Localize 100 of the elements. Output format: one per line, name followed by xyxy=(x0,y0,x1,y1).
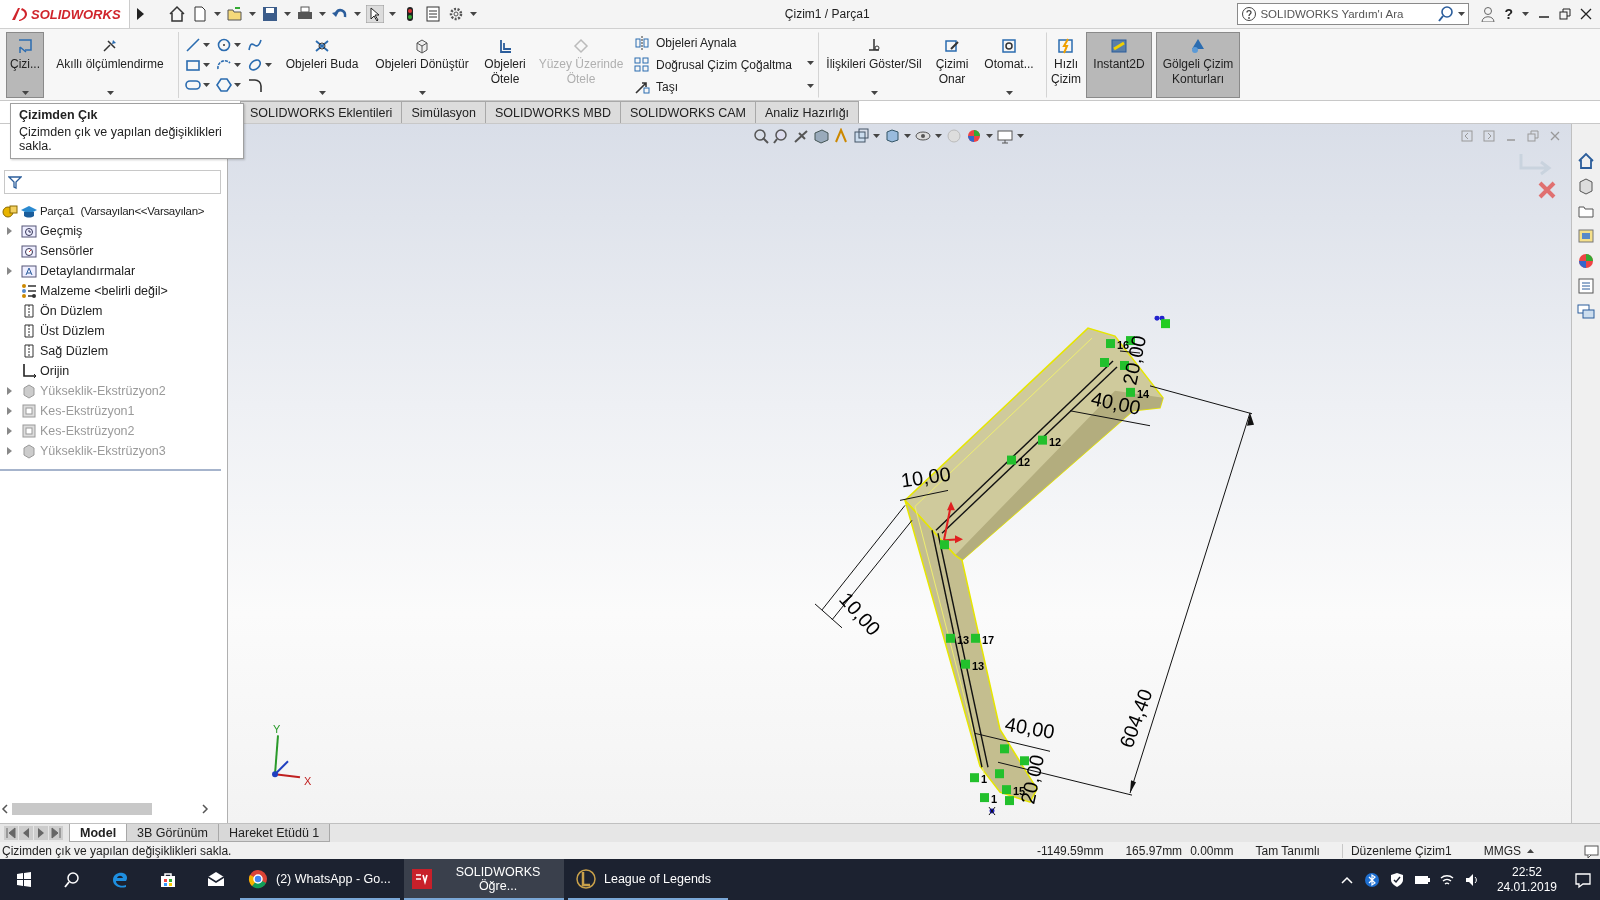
caret-icon[interactable] xyxy=(1458,12,1466,16)
caret-icon[interactable] xyxy=(318,91,326,95)
dimension-value[interactable]: 40,00 xyxy=(1003,712,1057,743)
zoom-fit-icon[interactable] xyxy=(753,128,769,144)
tree-item[interactable]: Ön Düzlem xyxy=(0,301,227,321)
previous-view-icon[interactable] xyxy=(793,128,809,144)
restore-icon[interactable] xyxy=(1559,8,1571,20)
save-icon[interactable] xyxy=(261,5,279,23)
ribbon-button[interactable]: Akıllı ölçümlendirme xyxy=(48,32,172,98)
ribbon-item[interactable]: Taşı xyxy=(634,79,810,95)
tile-left-icon[interactable] xyxy=(1461,130,1473,142)
ribbon-button[interactable]: Otomat... xyxy=(978,32,1040,98)
caret-icon[interactable] xyxy=(203,43,210,47)
next-icon[interactable] xyxy=(34,826,48,840)
caret-icon[interactable] xyxy=(234,63,241,67)
new-document-icon[interactable] xyxy=(191,5,209,23)
ribbon-button[interactable]: Objeleri Dönüştür xyxy=(368,32,476,98)
caret-icon[interactable] xyxy=(234,43,241,47)
ribbon-tab[interactable]: SOLIDWORKS CAM xyxy=(620,101,757,123)
previous-icon[interactable] xyxy=(19,826,33,840)
dimension-value[interactable]: 10,00 xyxy=(899,462,953,492)
ribbon-button[interactable]: Çizi... xyxy=(6,32,44,98)
caret-icon[interactable] xyxy=(1005,91,1013,95)
part-library-icon[interactable] xyxy=(1577,177,1595,195)
scroll-left-icon[interactable] xyxy=(0,802,10,816)
model-tab[interactable]: Model xyxy=(69,824,128,842)
taskbar-app[interactable]: SOLIDWORKS Öğre... xyxy=(404,859,564,900)
ribbon-button[interactable]: Objeleri Buda xyxy=(280,32,364,98)
store-icon[interactable] xyxy=(159,870,177,889)
tree-item[interactable]: Malzeme <belirli değil> xyxy=(0,281,227,301)
caret-icon[interactable] xyxy=(470,12,477,16)
model-tab[interactable]: 3B Görünüm xyxy=(126,824,219,842)
browser-icon[interactable] xyxy=(111,870,129,889)
caret-icon[interactable] xyxy=(234,83,241,87)
view-orientation-icon[interactable] xyxy=(853,128,869,144)
ribbon-button[interactable]: Hızlı Çizim xyxy=(1046,32,1082,98)
caret-icon[interactable] xyxy=(418,91,426,95)
zoom-area-icon[interactable] xyxy=(773,128,789,144)
dimension-value[interactable]: 604,40 xyxy=(1115,686,1157,751)
caret-icon[interactable] xyxy=(284,12,291,16)
tree-item[interactable]: Sağ Düzlem xyxy=(0,341,227,361)
start-icon[interactable] xyxy=(15,870,33,889)
mail-icon[interactable] xyxy=(207,870,225,889)
search-icon[interactable] xyxy=(1437,5,1456,23)
view-palette-icon[interactable] xyxy=(1577,227,1595,245)
clock-date[interactable]: 24.01.2019 xyxy=(1496,879,1557,895)
tree-item[interactable]: Sensörler xyxy=(0,241,227,261)
caret-icon[interactable] xyxy=(873,134,880,138)
select-pointer-icon[interactable] xyxy=(366,5,384,23)
search-icon[interactable] xyxy=(63,870,81,889)
last-icon[interactable] xyxy=(49,826,63,840)
shield-icon[interactable] xyxy=(1388,871,1405,888)
ribbon-button[interactable]: Instant2D xyxy=(1086,32,1152,98)
notification-icon[interactable] xyxy=(1574,870,1592,889)
custom-properties-icon[interactable] xyxy=(1577,277,1595,295)
caret-icon[interactable] xyxy=(389,12,396,16)
file-properties-icon[interactable] xyxy=(424,5,442,23)
appearances-icon[interactable] xyxy=(1577,252,1595,270)
display-settings-icon[interactable] xyxy=(997,128,1013,144)
scene-icon[interactable] xyxy=(966,128,982,144)
ribbon-tab[interactable]: SOLIDWORKS Eklentileri xyxy=(240,101,403,123)
caret-icon[interactable] xyxy=(1017,134,1024,138)
tree-item[interactable]: Geçmiş xyxy=(0,221,227,241)
user-icon[interactable] xyxy=(1481,6,1496,22)
caret-icon[interactable] xyxy=(1522,12,1529,16)
caret-icon[interactable] xyxy=(935,134,942,138)
expand-arrow-icon[interactable] xyxy=(134,7,146,21)
caret-icon[interactable] xyxy=(214,12,221,16)
caret-icon[interactable] xyxy=(203,63,210,67)
first-icon[interactable] xyxy=(4,826,18,840)
scroll-right-icon[interactable] xyxy=(200,802,210,816)
tree-item[interactable]: Parça1 (Varsayılan<<Varsayılan> xyxy=(0,201,227,221)
circle-tool-icon[interactable] xyxy=(216,37,232,53)
ribbon-item[interactable]: Doğrusal Çizim Çoğaltma xyxy=(634,57,810,73)
caret-icon[interactable] xyxy=(904,134,911,138)
hide-show-icon[interactable] xyxy=(915,128,931,144)
caret-icon[interactable] xyxy=(249,12,256,16)
caret-icon[interactable] xyxy=(354,12,361,16)
search-input[interactable]: SOLIDWORKS Yardım'ı Ara xyxy=(1260,8,1435,20)
caret-icon[interactable] xyxy=(265,63,272,67)
ribbon-button[interactable]: İlişkileri Göster/Sil xyxy=(818,32,926,98)
forum-icon[interactable] xyxy=(1577,302,1595,320)
filter-field[interactable] xyxy=(4,170,221,194)
ribbon-item[interactable]: Objeleri Aynala xyxy=(634,35,810,51)
tree-item[interactable]: Detaylandırmalar xyxy=(0,261,227,281)
model-tab[interactable]: Hareket Etüdü 1 xyxy=(218,824,331,842)
settings-icon[interactable] xyxy=(447,5,465,23)
home-icon[interactable] xyxy=(168,5,186,23)
ribbon-tab[interactable]: Simülasyon xyxy=(401,101,487,123)
help-button[interactable]: ? xyxy=(1504,6,1513,22)
taskbar-app[interactable]: (2) WhatsApp - Go... xyxy=(240,859,400,900)
search-field[interactable]: SOLIDWORKS Yardım'ı Ara xyxy=(1237,3,1470,25)
slot-tool-icon[interactable] xyxy=(185,77,201,93)
close-icon[interactable] xyxy=(1580,8,1592,20)
comment-icon[interactable] xyxy=(1584,843,1600,858)
caret-icon[interactable] xyxy=(807,84,814,89)
home-icon[interactable] xyxy=(1577,152,1595,170)
ribbon-tab[interactable]: Analiz Hazırlığı xyxy=(755,101,860,123)
tree-item[interactable]: Orijin xyxy=(0,361,227,381)
display-style-icon[interactable] xyxy=(884,128,900,144)
